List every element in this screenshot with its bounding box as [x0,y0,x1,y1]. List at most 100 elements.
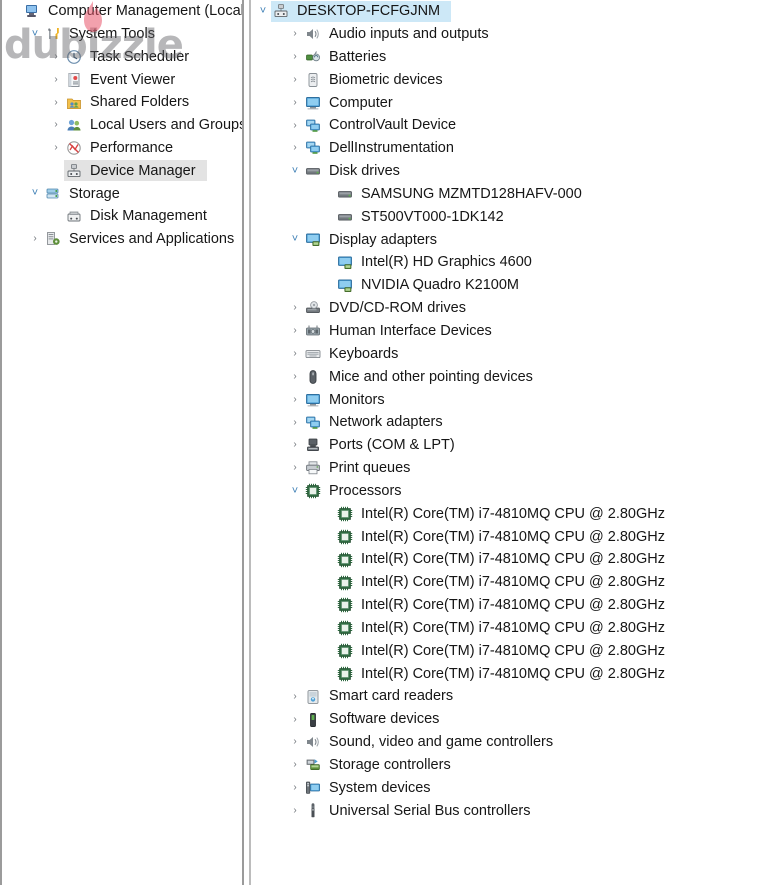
tree-item-batteries[interactable]: › Batteries [251,46,768,69]
device-tree[interactable]: ˅ DESKTOP-FCFGJNM › Audio inputs and output… [251,0,768,822]
chevron-right-icon[interactable]: › [287,52,303,62]
tree-item-st500vt000-1dk142[interactable]: › ST500VT000-1DK142 [251,206,768,229]
chevron-right-icon[interactable]: › [287,349,303,359]
display-adapter-icon [335,254,355,272]
tree-item-intel-r-core-tm-i7-4810mq-cpu-2-80ghz[interactable]: › Intel(R) Core(TM) i7-4810MQ CPU @ 2.80G… [251,503,768,526]
tree-item-performance[interactable]: › Performance [2,137,242,160]
tree-item-dellinstrumentation[interactable]: › DellInstrumentation [251,137,768,160]
tree-item-system-devices[interactable]: › System devices [251,777,768,800]
chevron-right-icon[interactable]: › [287,120,303,131]
tree-item-computer[interactable]: › Computer [251,91,768,114]
computer-management-window: › Computer Management (Local) ˅ System Tool… [0,0,768,885]
tree-item-local-users-and-groups[interactable]: › Local Users and Groups [2,114,242,137]
tree-item-selection[interactable]: Device Manager [64,160,207,182]
tree-item-storage-controllers[interactable]: › Storage controllers [251,754,768,777]
tree-item-computer-management-local[interactable]: › Computer Management (Local) [2,0,242,23]
chevron-right-icon[interactable]: › [287,29,303,39]
chevron-right-icon[interactable]: › [287,394,303,405]
tree-item-samsung-mzmtd128hafv-000[interactable]: › SAMSUNG MZMTD128HAFV-000 [251,183,768,206]
tree-item-biometric-devices[interactable]: › Biometric devices [251,69,768,92]
tree-indent-spacer: › [319,532,335,542]
chevron-right-icon[interactable]: › [48,74,64,85]
tree-item-keyboards[interactable]: › Keyboards [251,343,768,366]
chevron-down-icon[interactable]: ˅ [287,485,303,497]
tree-item-audio-inputs-and-outputs[interactable]: › Audio inputs and outputs [251,23,768,46]
chevron-right-icon[interactable]: › [287,74,303,85]
tree-item-display-adapters[interactable]: ˅ Display adapters [251,228,768,251]
chevron-right-icon[interactable]: › [48,51,64,62]
tree-item-software-devices[interactable]: › Software devices [251,708,768,731]
tree-indent-spacer: › [319,189,335,199]
tree-item-task-scheduler[interactable]: › Task Scheduler [2,46,242,69]
tree-item-mice-and-other-pointing-devices[interactable]: › Mice and other pointing devices [251,366,768,389]
tree-item-label: Services and Applications [69,231,235,248]
pane-splitter[interactable] [244,0,251,885]
tree-item-ports-com-lpt[interactable]: › Ports (COM & LPT) [251,434,768,457]
chevron-right-icon[interactable]: › [287,371,303,382]
tree-indent-spacer: › [319,669,335,679]
chevron-right-icon[interactable]: › [48,143,64,153]
chevron-right-icon[interactable]: › [287,303,303,313]
tree-item-intel-r-core-tm-i7-4810mq-cpu-2-80ghz[interactable]: › Intel(R) Core(TM) i7-4810MQ CPU @ 2.80G… [251,594,768,617]
tree-indent-spacer: › [319,258,335,268]
device-manager-pane[interactable]: ˅ DESKTOP-FCFGJNM › Audio inputs and output… [251,0,768,885]
chevron-right-icon[interactable]: › [287,805,303,816]
tree-indent-spacer: › [319,281,335,291]
console-tree[interactable]: › Computer Management (Local) ˅ System Tool… [2,0,242,251]
smart-card-reader-icon [303,688,323,706]
chevron-right-icon[interactable]: › [48,97,64,108]
tree-item-desktop-fcfgjnm[interactable]: ˅ DESKTOP-FCFGJNM [251,0,768,23]
tree-item-controlvault-device[interactable]: › ControlVault Device [251,114,768,137]
tree-item-smart-card-readers[interactable]: › Smart card readers [251,685,768,708]
tree-item-shared-folders[interactable]: › Shared Folders [2,91,242,114]
tree-item-event-viewer[interactable]: › Event Viewer [2,68,242,91]
chevron-right-icon[interactable]: › [27,234,43,244]
chevron-right-icon[interactable]: › [287,97,303,108]
tree-item-system-tools[interactable]: ˅ System Tools [2,23,242,46]
chevron-right-icon[interactable]: › [287,417,303,428]
chevron-right-icon[interactable]: › [287,326,303,336]
chevron-down-icon[interactable]: ˅ [27,188,43,199]
tree-item-disk-drives[interactable]: ˅ Disk drives [251,160,768,183]
chevron-down-icon[interactable]: ˅ [255,5,271,17]
tree-item-device-manager[interactable]: › Device Manager [2,160,242,183]
chevron-down-icon[interactable]: ˅ [27,28,43,40]
tree-item-human-interface-devices[interactable]: › Human Interface Devices [251,320,768,343]
chevron-right-icon[interactable]: › [287,714,303,725]
tree-item-selection[interactable]: DESKTOP-FCFGJNM [271,0,452,22]
chevron-right-icon[interactable]: › [287,691,303,702]
tree-item-intel-r-hd-graphics-4600[interactable]: › Intel(R) HD Graphics 4600 [251,251,768,274]
tree-item-intel-r-core-tm-i7-4810mq-cpu-2-80ghz[interactable]: › Intel(R) Core(TM) i7-4810MQ CPU @ 2.80G… [251,525,768,548]
tree-item-intel-r-core-tm-i7-4810mq-cpu-2-80ghz[interactable]: › Intel(R) Core(TM) i7-4810MQ CPU @ 2.80G… [251,617,768,640]
chevron-down-icon[interactable]: ˅ [287,234,303,245]
tree-item-intel-r-core-tm-i7-4810mq-cpu-2-80ghz[interactable]: › Intel(R) Core(TM) i7-4810MQ CPU @ 2.80G… [251,640,768,663]
chevron-right-icon[interactable]: › [287,440,303,450]
tree-item-monitors[interactable]: › Monitors [251,388,768,411]
processor-icon [335,551,355,569]
tree-item-storage[interactable]: ˅ Storage [2,182,242,205]
tree-item-print-queues[interactable]: › Print queues [251,457,768,480]
chevron-right-icon[interactable]: › [287,783,303,793]
chevron-right-icon[interactable]: › [287,143,303,153]
tree-item-network-adapters[interactable]: › Network adapters [251,411,768,434]
tree-item-dvd-cd-rom-drives[interactable]: › DVD/CD-ROM drives [251,297,768,320]
tree-item-sound-video-and-game-controllers[interactable]: › Sound, video and game controllers [251,731,768,754]
chevron-right-icon[interactable]: › [287,760,303,770]
tree-item-intel-r-core-tm-i7-4810mq-cpu-2-80ghz[interactable]: › Intel(R) Core(TM) i7-4810MQ CPU @ 2.80G… [251,662,768,685]
chevron-right-icon[interactable]: › [48,120,64,130]
tree-item-nvidia-quadro-k2100m[interactable]: › NVIDIA Quadro K2100M [251,274,768,297]
tree-item-disk-management[interactable]: › Disk Management [2,205,242,228]
tree-item-intel-r-core-tm-i7-4810mq-cpu-2-80ghz[interactable]: › Intel(R) Core(TM) i7-4810MQ CPU @ 2.80G… [251,571,768,594]
tree-item-processors[interactable]: ˅ Processors [251,480,768,503]
chevron-right-icon[interactable]: › [287,737,303,747]
disk-management-icon [64,208,84,226]
monitor-icon [303,94,323,112]
chevron-right-icon[interactable]: › [287,463,303,473]
tree-item-intel-r-core-tm-i7-4810mq-cpu-2-80ghz[interactable]: › Intel(R) Core(TM) i7-4810MQ CPU @ 2.80G… [251,548,768,571]
console-tree-pane[interactable]: › Computer Management (Local) ˅ System Tool… [0,0,244,885]
tree-item-universal-serial-bus-controllers[interactable]: › Universal Serial Bus controllers [251,800,768,823]
tree-item-services-and-applications[interactable]: › Services and Applications [2,228,242,251]
processor-icon [335,505,355,523]
chevron-down-icon[interactable]: ˅ [287,165,303,177]
tree-item-label: Intel(R) Core(TM) i7-4810MQ CPU @ 2.80GH… [361,597,665,614]
